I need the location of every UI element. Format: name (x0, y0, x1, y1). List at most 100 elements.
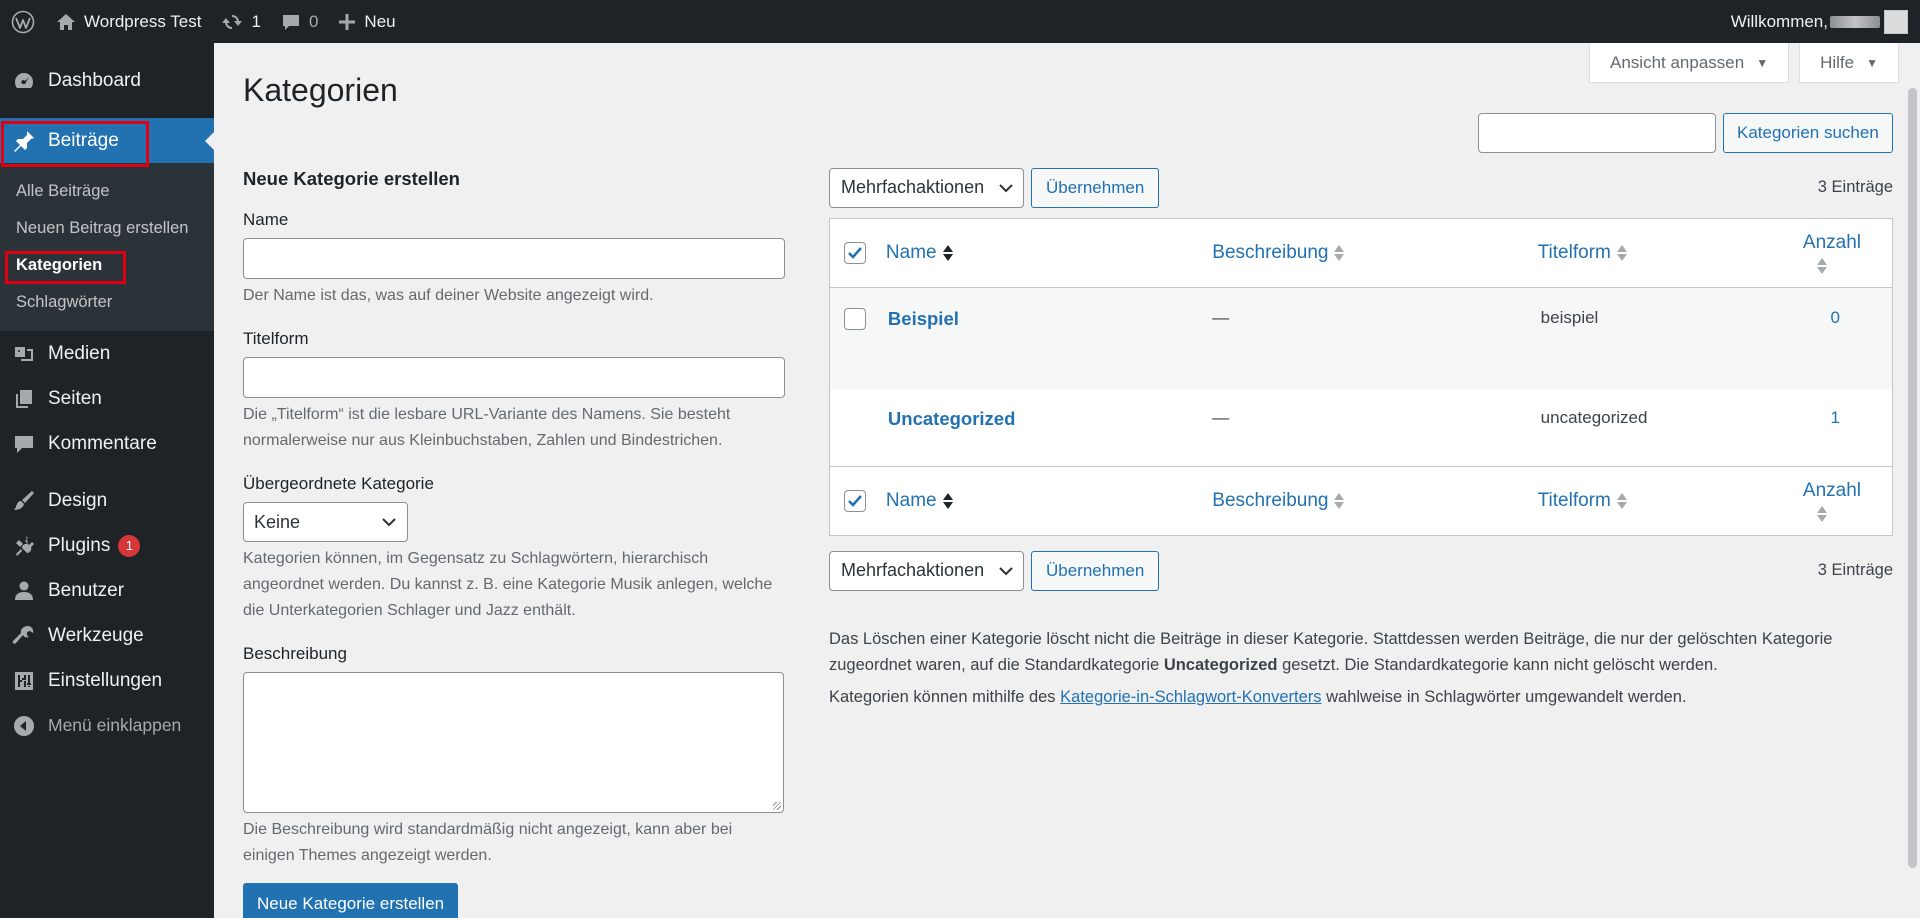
new-label: Neu (364, 11, 396, 31)
row-checkbox[interactable] (844, 308, 866, 330)
menu-plugins[interactable]: Plugins 1 (0, 523, 214, 568)
select-all-checkbox-bottom[interactable] (844, 490, 866, 512)
table-row: Beispiel — beispiel 0 (830, 288, 1892, 390)
name-help: Der Name ist das, was auf deiner Website… (243, 287, 654, 304)
menu-media-label: Medien (48, 342, 111, 364)
add-new-category-button[interactable]: Neue Kategorie erstellen (243, 883, 459, 918)
username-redacted (1830, 15, 1880, 28)
scrollbar-thumb[interactable] (1908, 88, 1917, 868)
brush-icon (14, 490, 34, 510)
comments-count: 0 (308, 11, 319, 31)
category-description: — (1212, 408, 1230, 427)
dashboard-icon (14, 72, 34, 88)
item-count-top: 3 Einträge (1817, 178, 1893, 196)
categories-list: Mehrfachaktionen Übernehmen 3 Einträge N… (829, 167, 1893, 710)
chevron-down-icon (382, 518, 396, 527)
sort-indicator-icon (1817, 506, 1828, 522)
column-name-label: Name (885, 490, 937, 511)
bulk-actions-value: Mehrfachaktionen (841, 560, 985, 580)
column-count-footer[interactable]: Anzahl (1787, 480, 1892, 522)
column-name-footer[interactable]: Name (886, 490, 1212, 512)
add-category-form: Neue Kategorie erstellen Name Der Name i… (243, 168, 785, 918)
sort-indicator-icon (1817, 258, 1828, 274)
menu-settings[interactable]: Einstellungen (0, 658, 214, 703)
default-category-name: Uncategorized (1163, 656, 1278, 674)
submenu-tags[interactable]: Schlagwörter (0, 284, 214, 321)
description-textarea[interactable] (243, 672, 784, 813)
tag-converter-link[interactable]: Kategorie-in-Schlagwort-Konverters (1060, 688, 1321, 706)
sort-indicator-icon (1334, 493, 1345, 509)
search-input[interactable] (1478, 113, 1716, 153)
select-all-checkbox[interactable] (844, 242, 866, 264)
category-count-link[interactable]: 0 (1831, 308, 1892, 327)
chevron-down-icon (999, 566, 1013, 575)
slug-field[interactable] (243, 357, 785, 398)
submenu-new-post[interactable]: Neuen Beitrag erstellen (0, 210, 214, 247)
site-name-link[interactable]: Wordpress Test (46, 0, 211, 43)
updates-link[interactable]: 1 (211, 0, 270, 43)
category-count-link[interactable]: 1 (1831, 408, 1892, 427)
my-account-link[interactable]: Willkommen, (1721, 0, 1920, 43)
help-label: Hilfe (1820, 52, 1855, 72)
caret-down-icon: ▼ (1756, 55, 1769, 70)
submenu-categories[interactable]: Kategorien (0, 247, 214, 284)
category-name-link[interactable]: Uncategorized (888, 408, 1015, 429)
column-name[interactable]: Name (886, 242, 1212, 264)
sort-indicator-icon (1616, 493, 1627, 509)
column-count[interactable]: Anzahl (1787, 232, 1892, 274)
chevron-down-icon (999, 183, 1013, 192)
new-content-link[interactable]: Neu (328, 0, 405, 43)
help-button[interactable]: Hilfe ▼ (1799, 43, 1899, 83)
menu-plugins-label: Plugins (48, 534, 111, 556)
submenu-all-posts[interactable]: Alle Beiträge (0, 173, 214, 210)
bulk-actions-select-top[interactable]: Mehrfachaktionen (829, 167, 1024, 208)
screen-options-label: Ansicht anpassen (1610, 52, 1745, 72)
column-slug-footer[interactable]: Titelform (1538, 490, 1788, 512)
menu-design[interactable]: Design (0, 478, 214, 523)
column-slug[interactable]: Titelform (1538, 242, 1788, 264)
comments-link[interactable]: 0 (271, 0, 328, 43)
media-icon (15, 346, 33, 361)
category-description: — (1212, 308, 1230, 327)
menu-pages[interactable]: Seiten (0, 376, 214, 421)
row-count-cell: 1 (1787, 408, 1892, 428)
select-all-cell (830, 242, 886, 264)
wordpress-logo-icon[interactable] (0, 0, 46, 43)
menu-media[interactable]: Medien (0, 331, 214, 376)
name-field[interactable] (243, 238, 785, 279)
screen-options-button[interactable]: Ansicht anpassen ▼ (1589, 43, 1790, 83)
sort-indicator-icon (1334, 245, 1345, 261)
menu-collapse[interactable]: Menü einklappen (0, 703, 214, 748)
categories-table: Name Beschreibung Titelform Anzahl Beisp… (829, 218, 1893, 536)
slug-help: Die „Titelform“ ist die lesbare URL-Vari… (243, 406, 731, 449)
description-label: Beschreibung (243, 644, 347, 663)
updates-count: 1 (251, 11, 261, 31)
apply-button-bottom[interactable]: Übernehmen (1031, 550, 1160, 591)
parent-category-select[interactable]: Keine (243, 502, 408, 542)
category-name-link[interactable]: Beispiel (888, 308, 959, 329)
menu-dashboard[interactable]: Dashboard (0, 58, 214, 103)
column-description-footer[interactable]: Beschreibung (1212, 490, 1537, 512)
converter-note: Kategorien können mithilfe des Kategorie… (829, 684, 1893, 710)
updates-icon (222, 14, 243, 29)
bulk-actions-select-bottom[interactable]: Mehrfachaktionen (829, 550, 1024, 591)
search-categories-button[interactable]: Kategorien suchen (1723, 113, 1893, 153)
menu-design-label: Design (48, 489, 108, 511)
user-icon (15, 581, 33, 600)
column-count-label: Anzahl (1802, 232, 1862, 253)
scrollbar[interactable] (1904, 43, 1920, 918)
menu-users[interactable]: Benutzer (0, 568, 214, 613)
name-label: Name (243, 210, 289, 229)
search-box: Kategorien suchen (1478, 113, 1893, 153)
row-name-cell: Uncategorized (886, 408, 1212, 430)
menu-posts[interactable]: Beiträge (0, 118, 214, 163)
plug-icon (16, 535, 34, 556)
menu-comments[interactable]: Kommentare (0, 421, 214, 466)
menu-comments-label: Kommentare (48, 432, 157, 454)
select-all-cell (830, 490, 886, 512)
menu-settings-label: Einstellungen (48, 669, 163, 691)
column-description[interactable]: Beschreibung (1212, 242, 1537, 264)
menu-dashboard-label: Dashboard (48, 69, 141, 91)
menu-tools[interactable]: Werkzeuge (0, 613, 214, 658)
apply-button-top[interactable]: Übernehmen (1031, 167, 1160, 208)
